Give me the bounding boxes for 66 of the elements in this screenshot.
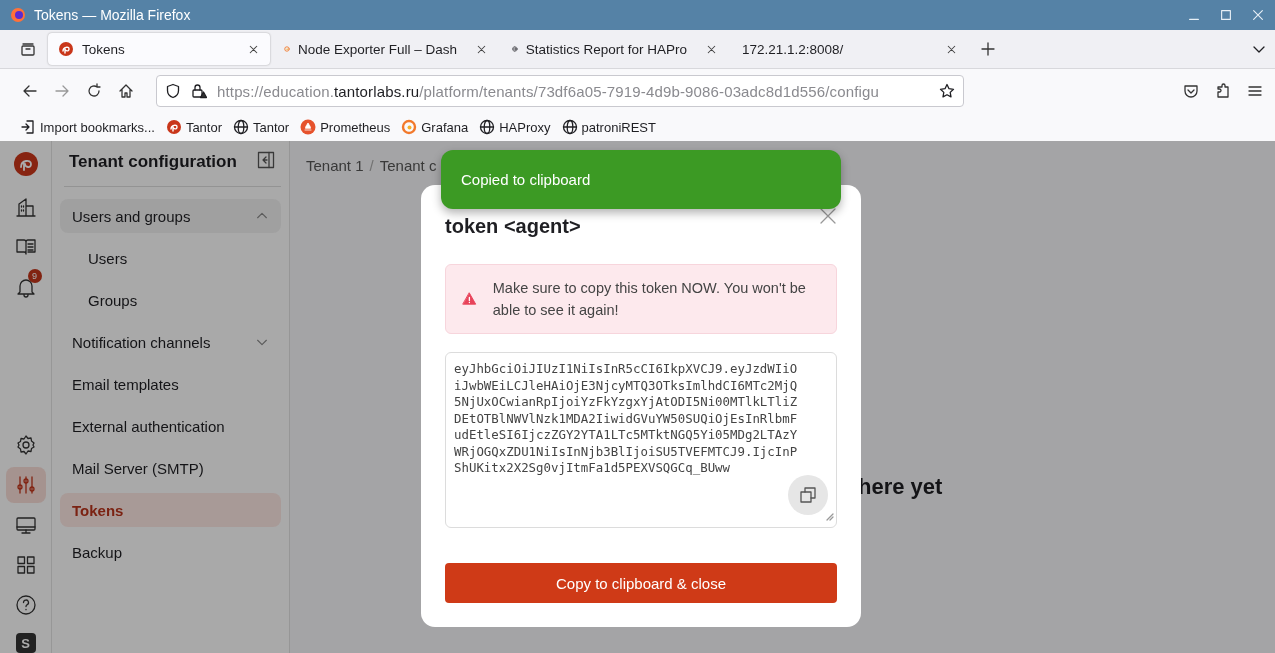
token-field[interactable]: eyJhbGciOiJIUzI1NiIsInR5cCI6IkpXVCJ9.eyJzdWIiOiJwbWEiLCJleHAiOjE3NjcyMTQ3OTksImlhdCI6MTc2MjQ5NjUxOCwianRpIjoiYzFkYzgxYjAtODI5Ni00MTlkLTliZDEtOTBlNWVlNzk1MDA2IiwidGVuYW50SUQiOjEsInRlbmFudEtleSI6IjczZGY2YTA1LTc5MTktNGQ5Yi05MDg2LTAzYWRjOGQxZDU1NiIsInNjb3BlIjoiSU5TVEFMTCJ9.IjcInPShUKitx2X2Sg0vjItmFa1d5PEXVSQGCq_BUww bbox=[445, 352, 837, 529]
sliders-icon bbox=[14, 474, 37, 496]
toast-text: Copied to clipboard bbox=[461, 171, 591, 188]
warning-text: Make sure to copy this token NOW. You won't be able to see it again! bbox=[492, 279, 807, 320]
browser-tab[interactable]: Statistics Report for HAPro bbox=[502, 33, 728, 65]
notification-badge: 9 bbox=[27, 269, 42, 283]
lock-warning-icon bbox=[191, 83, 207, 99]
home-icon[interactable] bbox=[118, 83, 134, 99]
monitor-icon bbox=[14, 514, 37, 536]
tantor-logo-icon bbox=[165, 119, 182, 135]
sidebar-item[interactable]: External authentication bbox=[60, 409, 281, 443]
nav-button[interactable] bbox=[5, 467, 46, 503]
address-bar[interactable]: https://education.tantorlabs.ru/platform/tenants/73df6a05-7919-4d9b-9086-03adc8d1d556/configu bbox=[156, 75, 964, 107]
bookmark-link[interactable]: HAProxy bbox=[479, 119, 551, 135]
window-title: Tokens — Mozilla Firefox bbox=[34, 7, 191, 23]
browser-tab[interactable]: Node Exporter Full – Dash bbox=[274, 33, 498, 65]
sidebar-item[interactable]: Mail Server (SMTP) bbox=[60, 451, 281, 485]
sidebar-subitem[interactable]: Groups bbox=[60, 283, 281, 317]
firefox-logo-icon bbox=[10, 7, 26, 23]
building-icon bbox=[14, 196, 37, 218]
bookmark-link[interactable]: Tantor bbox=[233, 119, 290, 135]
nav-button[interactable]: 9 bbox=[5, 269, 46, 305]
maximize-icon[interactable] bbox=[1219, 8, 1233, 22]
pocket-icon[interactable] bbox=[1183, 83, 1199, 99]
bookmark-link[interactable]: Tantor bbox=[165, 119, 222, 135]
grid-icon bbox=[14, 554, 37, 576]
forward-icon[interactable] bbox=[54, 83, 70, 99]
breadcrumb-link[interactable]: Tenant c bbox=[379, 157, 437, 174]
copy-button[interactable] bbox=[788, 475, 828, 516]
bookmark-link[interactable]: patroniREST bbox=[561, 119, 656, 135]
sidebar-item[interactable]: Email templates bbox=[60, 367, 281, 401]
back-icon[interactable] bbox=[22, 83, 38, 99]
user-avatar[interactable]: S bbox=[15, 633, 36, 653]
copy-and-close-button[interactable]: Copy to clipboard & close bbox=[445, 563, 837, 603]
help-icon bbox=[14, 594, 37, 616]
sidebar-item[interactable]: Tokens bbox=[60, 493, 281, 527]
bookmark-link[interactable]: Grafana bbox=[401, 119, 469, 135]
dialog-title: token <agent> bbox=[445, 215, 581, 238]
prometheus-logo-icon bbox=[300, 119, 317, 135]
breadcrumb-link[interactable]: Tenant 1 bbox=[306, 157, 364, 174]
sidebar-item[interactable]: Users and groups bbox=[60, 199, 281, 233]
collapse-sidebar-icon[interactable] bbox=[257, 151, 275, 169]
close-icon[interactable] bbox=[1251, 8, 1265, 22]
sidebar-subitem[interactable]: Users bbox=[60, 241, 281, 275]
tantor-logo-icon bbox=[58, 41, 74, 57]
breadcrumb-separator: / bbox=[369, 157, 374, 174]
resize-grip-icon[interactable] bbox=[824, 511, 834, 522]
sidebar-title: Tenant configuration bbox=[69, 152, 237, 172]
bookmark-link[interactable]: Prometheus bbox=[300, 119, 391, 135]
extensions-icon[interactable] bbox=[1215, 83, 1231, 99]
close-button[interactable] bbox=[819, 207, 837, 225]
menu-icon[interactable] bbox=[1247, 83, 1263, 99]
reload-icon[interactable] bbox=[86, 83, 102, 99]
shield-icon bbox=[165, 83, 181, 99]
browser-tab[interactable]: 172.21.1.2:8008/ bbox=[732, 33, 968, 65]
browser-tab[interactable]: Tokens bbox=[48, 33, 270, 65]
new-tab-icon[interactable] bbox=[980, 41, 996, 57]
sidebar-item[interactable]: Notification channels bbox=[60, 325, 281, 359]
copy-icon bbox=[799, 486, 817, 505]
bookmark-link[interactable]: Import bookmarks... bbox=[20, 119, 155, 135]
close-icon bbox=[819, 207, 837, 225]
app-logo-icon[interactable] bbox=[12, 151, 39, 177]
tab-list-icon[interactable] bbox=[20, 41, 36, 57]
sidebar-item[interactable]: Backup bbox=[60, 535, 281, 569]
star-icon[interactable] bbox=[939, 83, 955, 99]
import-icon bbox=[20, 119, 36, 135]
